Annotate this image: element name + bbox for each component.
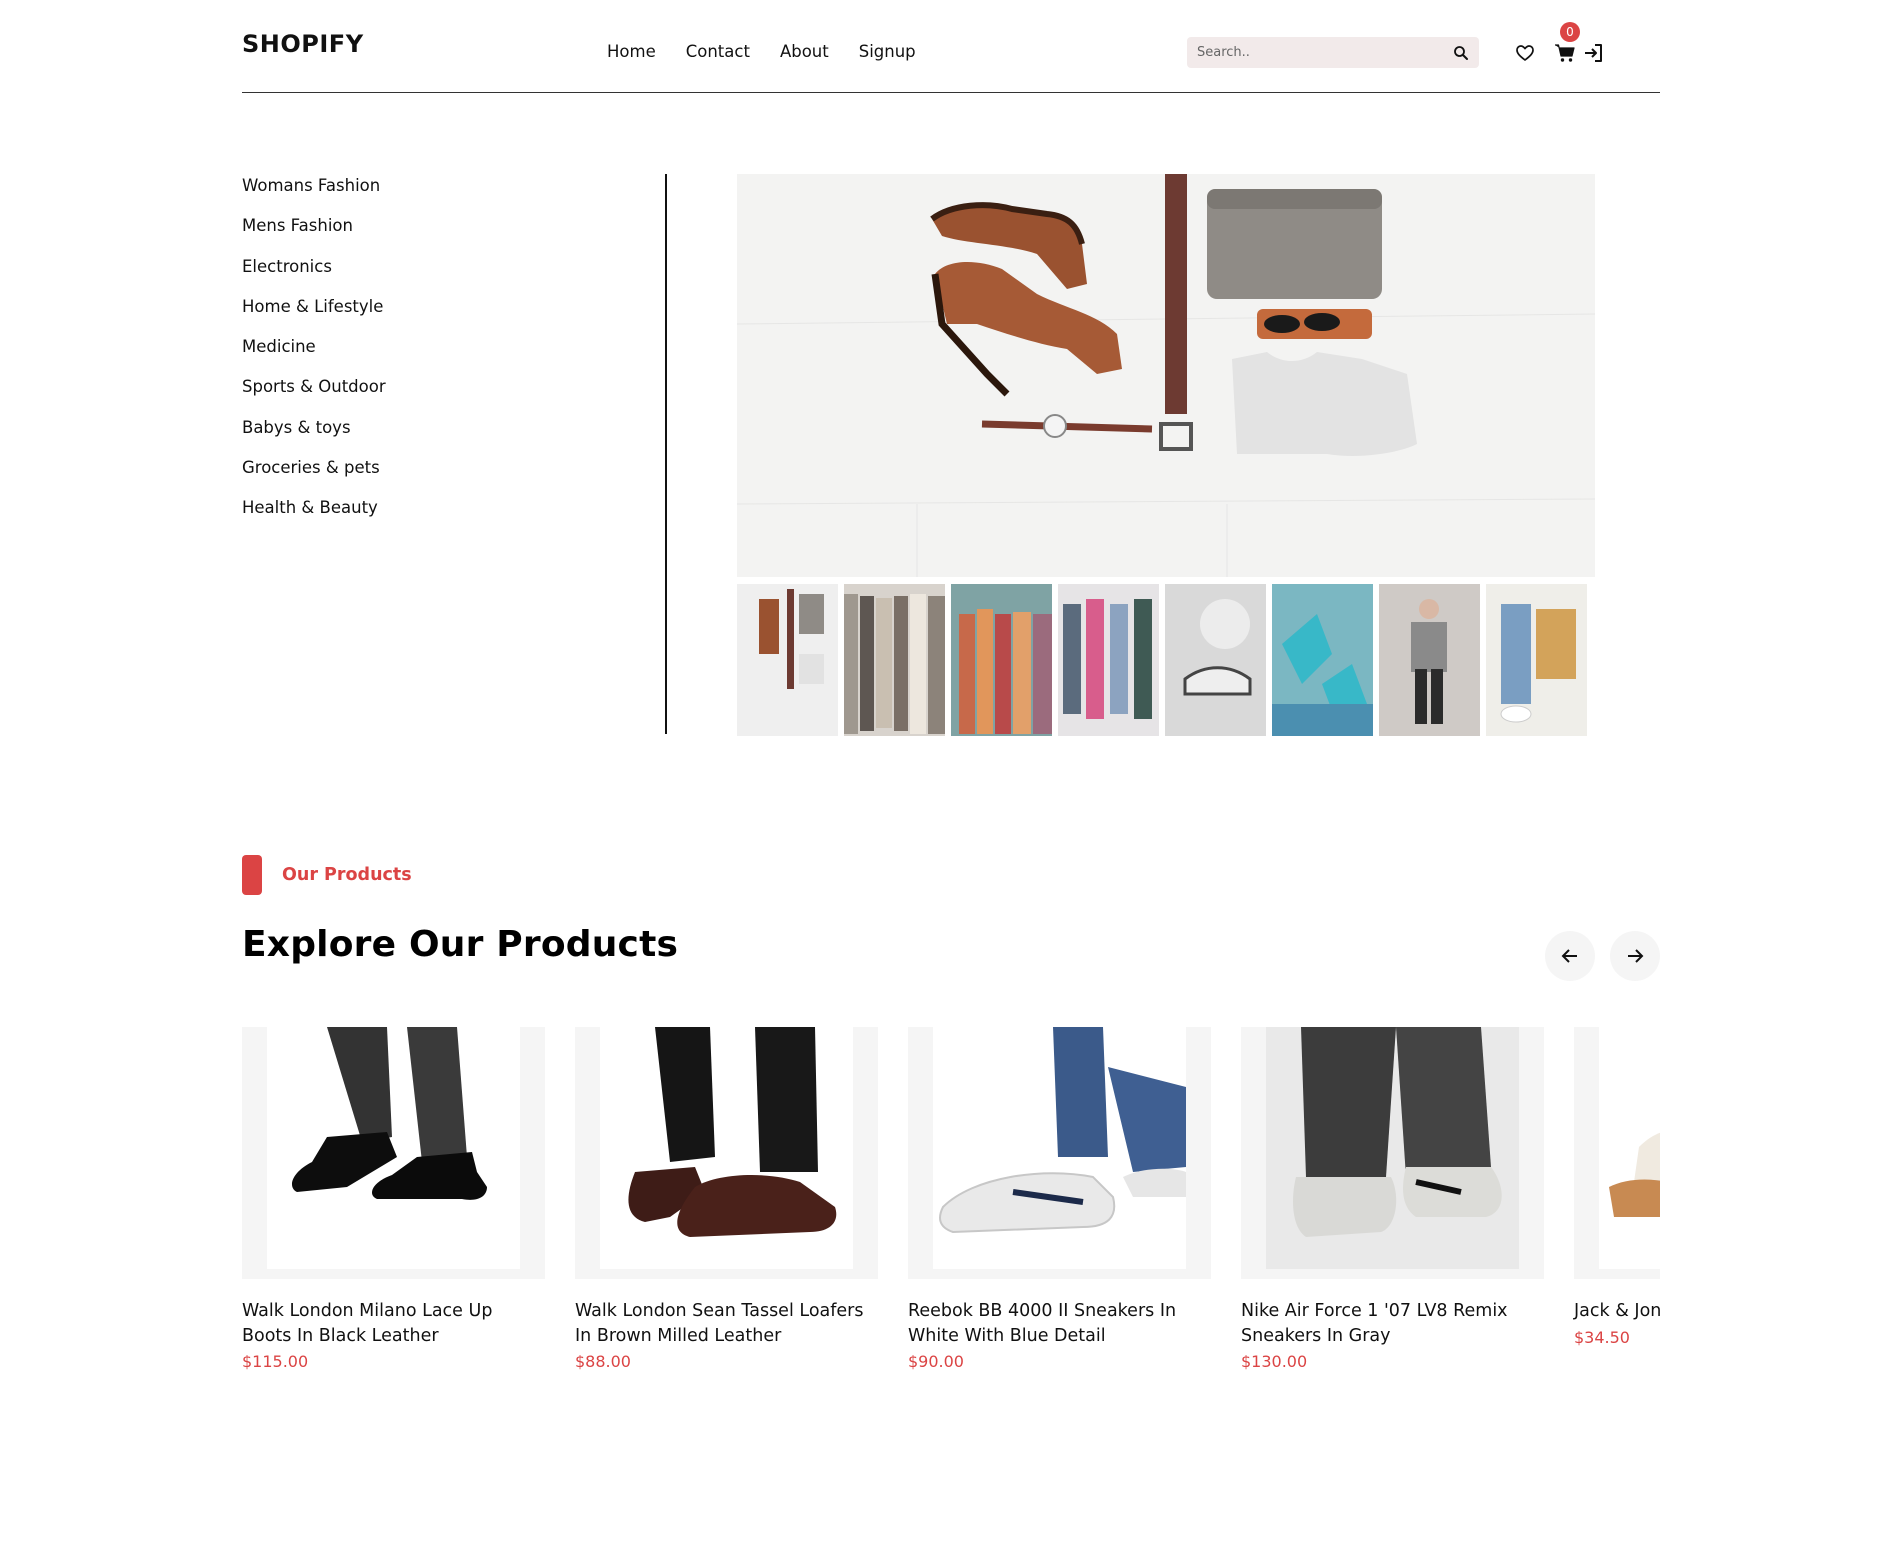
section-tag-bar [242,855,262,895]
nav-home-link[interactable]: Home [607,42,656,61]
cart-icon[interactable] [1554,42,1576,64]
product-card[interactable]: Jack & Jones Slippers In $34.50 [1574,1027,1660,1347]
site-logo[interactable]: SHOPIFY [242,30,364,58]
nav-about-link[interactable]: About [780,42,829,61]
site-header: SHOPIFY Home Contact About Signup 0 [242,0,1660,93]
section-tag-label: Our Products [282,865,412,885]
product-price: $90.00 [908,1352,964,1371]
main-nav: Home Contact About Signup [607,42,916,61]
thumbnail-clothing-rack[interactable] [844,584,945,736]
products-prev-button[interactable] [1545,931,1595,981]
thumbnail-models-collage[interactable] [1058,584,1159,736]
product-price: $88.00 [575,1352,631,1371]
section-title: Explore Our Products [242,924,679,965]
category-list: Womans Fashion Mens Fashion Electronics … [242,174,665,537]
product-price: $130.00 [1241,1352,1308,1371]
product-name[interactable]: Walk London Sean Tassel Loafers In Brown… [575,1299,878,1348]
product-image[interactable] [1574,1027,1660,1279]
category-sports-outdoor[interactable]: Sports & Outdoor [242,375,665,415]
product-name[interactable]: Jack & Jones Slippers In [1574,1299,1660,1324]
search-box [1187,37,1479,68]
thumbnail-street-style[interactable] [1379,584,1480,736]
product-card[interactable]: Reebok BB 4000 II Sneakers In White With… [908,1027,1211,1371]
product-price: $115.00 [242,1352,309,1371]
nav-signup-link[interactable]: Signup [859,42,916,61]
category-babys-toys[interactable]: Babys & toys [242,416,665,456]
thumbnail-outfit-flatlay[interactable] [1486,584,1587,736]
nav-contact-link[interactable]: Contact [686,42,750,61]
arrow-right-icon [1628,949,1644,963]
wishlist-heart-icon[interactable] [1514,42,1536,64]
product-name[interactable]: Reebok BB 4000 II Sneakers In White With… [908,1299,1211,1348]
hero-thumbnail-strip [737,584,1590,736]
cart-count-badge: 0 [1560,22,1580,42]
hero-banner-image[interactable]: ‹ › [737,174,1595,577]
product-name[interactable]: Nike Air Force 1 '07 LV8 Remix Sneakers … [1241,1299,1544,1348]
product-card[interactable]: Walk London Milano Lace Up Boots In Blac… [242,1027,545,1371]
product-image[interactable] [908,1027,1211,1279]
thumbnail-blue-sneakers[interactable] [1272,584,1373,736]
products-next-button[interactable] [1610,931,1660,981]
search-input[interactable] [1197,41,1437,64]
thumbnail-sneaker[interactable] [1165,584,1266,736]
product-image[interactable] [242,1027,545,1279]
thumbnail-flatlay[interactable] [737,584,838,736]
login-icon[interactable] [1583,42,1605,64]
page: SHOPIFY Home Contact About Signup 0 [0,0,1898,1557]
search-icon[interactable] [1453,45,1469,61]
category-womans-fashion[interactable]: Womans Fashion [242,174,665,214]
product-card[interactable]: Walk London Sean Tassel Loafers In Brown… [575,1027,878,1371]
category-medicine[interactable]: Medicine [242,335,665,375]
category-mens-fashion[interactable]: Mens Fashion [242,214,665,254]
flatlay-outfit-illustration [737,174,1595,577]
section-tag: Our Products [242,855,412,895]
product-name[interactable]: Walk London Milano Lace Up Boots In Blac… [242,1299,545,1348]
product-image[interactable] [1241,1027,1544,1279]
thumbnail-colorful-rack[interactable] [951,584,1052,736]
product-card[interactable]: Nike Air Force 1 '07 LV8 Remix Sneakers … [1241,1027,1544,1371]
category-sidebar: Womans Fashion Mens Fashion Electronics … [242,174,667,734]
category-health-beauty[interactable]: Health & Beauty [242,496,665,536]
arrow-left-icon [1561,949,1577,963]
category-groceries-pets[interactable]: Groceries & pets [242,456,665,496]
category-electronics[interactable]: Electronics [242,255,665,295]
product-carousel: Walk London Milano Lace Up Boots In Blac… [242,1027,1660,1387]
product-price: $34.50 [1574,1327,1630,1347]
product-image[interactable] [575,1027,878,1279]
category-home-lifestyle[interactable]: Home & Lifestyle [242,295,665,335]
